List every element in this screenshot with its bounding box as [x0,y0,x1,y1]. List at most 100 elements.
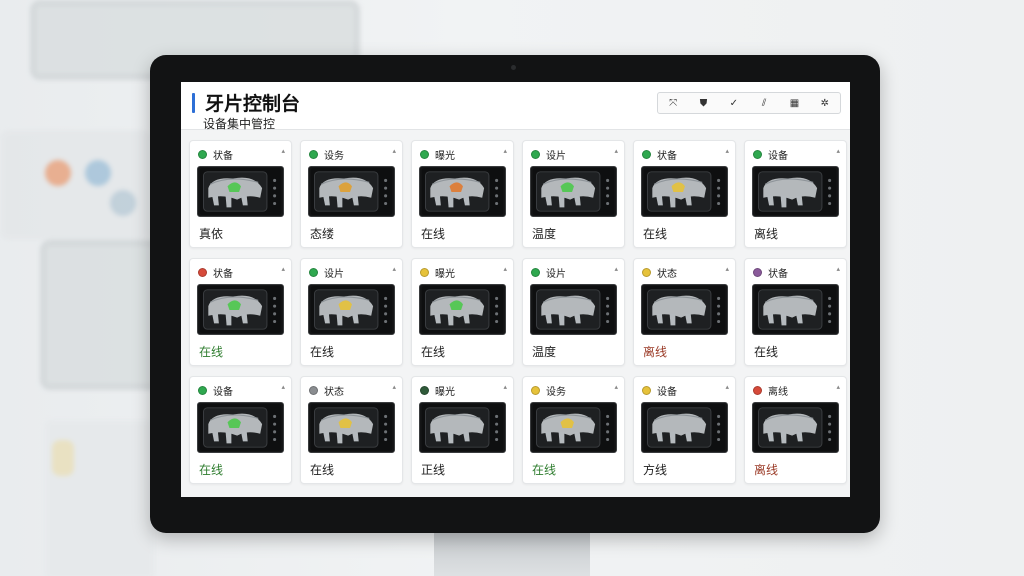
status-dot-icon [642,267,651,277]
dental-scan-thumbnail[interactable] [752,402,839,453]
device-name: 曝光 [435,268,455,280]
dental-scan-thumbnail[interactable] [752,284,839,335]
device-status: 在线 [310,345,335,359]
card-corner-icon: ▴ [281,265,285,273]
device-card-header: 设片 ▴ [531,265,618,280]
device-card-header: 状备 ▴ [198,147,285,162]
status-dot-icon [420,385,429,395]
dental-scan-thumbnail[interactable] [308,402,395,453]
app-header: 牙片控制台 设备集中管控 ⤧ ⛊ ✓ ⫽ ▦ ✲ [181,82,850,131]
device-name: 设片 [324,268,344,280]
card-corner-icon: ▴ [392,265,396,273]
device-card[interactable]: 设备 ▴ 离线 [744,140,847,248]
dental-scan-thumbnail[interactable] [197,166,284,217]
status-dot-icon [420,267,429,277]
device-card[interactable]: 离线 ▴ 离线 [744,376,847,484]
dental-scan-thumbnail[interactable] [530,284,617,335]
apple-logo-icon [506,505,522,523]
card-corner-icon: ▴ [836,383,840,391]
status-dot-icon [309,149,318,159]
device-card-header: 状态 ▴ [309,383,396,398]
device-name: 状态 [657,268,677,280]
device-status: 温度 [532,227,557,241]
dental-scan-thumbnail[interactable] [641,402,728,453]
dental-scan-thumbnail[interactable] [419,284,506,335]
device-card[interactable]: 设片 ▴ 在线 [300,258,403,366]
app-screen: 牙片控制台 设备集中管控 ⤧ ⛊ ✓ ⫽ ▦ ✲ 状备 ▴ 真依 设务 ▴ 态缕 曝光 ▴ [181,82,850,497]
dental-scan-thumbnail[interactable] [419,166,506,217]
device-card[interactable]: 状备 ▴ 在线 [189,258,292,366]
device-grid: 状备 ▴ 真依 设务 ▴ 态缕 曝光 ▴ 在线 设片 ▴ 温度 状备 ▴ 在线 … [189,140,847,484]
card-corner-icon: ▴ [725,383,729,391]
device-card[interactable]: 曝光 ▴ 在线 [411,258,514,366]
background-knob [110,190,136,216]
card-corner-icon: ▴ [503,265,507,273]
device-name: 状备 [213,268,233,280]
grid-icon[interactable]: ▦ [783,94,805,112]
device-name: 设务 [324,150,344,162]
monitor-stand [434,533,590,576]
device-name: 设备 [768,150,788,162]
dental-scan-thumbnail[interactable] [308,166,395,217]
device-status: 在线 [199,463,224,477]
device-card[interactable]: 设务 ▴ 在线 [522,376,625,484]
tooth-icon[interactable]: ⛊ [692,94,714,112]
device-name: 曝光 [435,386,455,398]
device-card[interactable]: 曝光 ▴ 正线 [411,376,514,484]
device-card[interactable]: 曝光 ▴ 在线 [411,140,514,248]
filter-icon[interactable]: ⫽ [753,94,775,112]
background-device-screen [40,240,160,390]
device-card-header: 离线 ▴ [753,383,840,398]
device-status: 真依 [199,227,224,241]
expand-icon[interactable]: ⤧ [662,94,684,112]
device-card[interactable]: 设片 ▴ 温度 [522,258,625,366]
device-card-header: 设务 ▴ [309,147,396,162]
settings-icon[interactable]: ✲ [814,94,836,112]
device-card-header: 曝光 ▴ [420,265,507,280]
toolbar: ⤧ ⛊ ✓ ⫽ ▦ ✲ [657,92,841,114]
dental-scan-thumbnail[interactable] [197,284,284,335]
device-status: 在线 [199,345,224,359]
device-status: 正线 [421,463,446,477]
dental-scan-thumbnail[interactable] [530,166,617,217]
device-status: 态缕 [310,227,335,241]
card-corner-icon: ▴ [725,147,729,155]
dental-scan-thumbnail[interactable] [530,402,617,453]
device-card[interactable]: 状备 ▴ 在线 [633,140,736,248]
card-corner-icon: ▴ [836,147,840,155]
background-knob [85,160,111,186]
card-corner-icon: ▴ [725,265,729,273]
card-corner-icon: ▴ [503,383,507,391]
device-card[interactable]: 状态 ▴ 离线 [633,258,736,366]
dental-scan-thumbnail[interactable] [641,284,728,335]
device-status: 离线 [754,227,779,241]
status-dot-icon [753,267,762,277]
check-icon[interactable]: ✓ [723,94,745,112]
status-dot-icon [642,149,651,159]
device-card[interactable]: 设片 ▴ 温度 [522,140,625,248]
card-corner-icon: ▴ [392,383,396,391]
webcam [511,65,516,70]
device-card[interactable]: 设备 ▴ 在线 [189,376,292,484]
title-accent-bar [192,93,195,113]
device-card-header: 曝光 ▴ [420,383,507,398]
device-status: 方线 [643,463,668,477]
device-card-header: 状备 ▴ [198,265,285,280]
device-card-header: 设备 ▴ [642,383,729,398]
device-status: 离线 [643,345,668,359]
device-card[interactable]: 状备 ▴ 真依 [189,140,292,248]
dental-scan-thumbnail[interactable] [308,284,395,335]
device-status: 在线 [310,463,335,477]
status-dot-icon [198,267,207,277]
device-card-header: 设备 ▴ [198,383,285,398]
device-card[interactable]: 状态 ▴ 在线 [300,376,403,484]
dental-scan-thumbnail[interactable] [752,166,839,217]
dental-scan-thumbnail[interactable] [419,402,506,453]
device-card[interactable]: 设备 ▴ 方线 [633,376,736,484]
dental-scan-thumbnail[interactable] [197,402,284,453]
dental-scan-thumbnail[interactable] [641,166,728,217]
device-card[interactable]: 设务 ▴ 态缕 [300,140,403,248]
device-card[interactable]: 状备 ▴ 在线 [744,258,847,366]
device-card-header: 状备 ▴ [753,265,840,280]
status-dot-icon [309,267,318,277]
